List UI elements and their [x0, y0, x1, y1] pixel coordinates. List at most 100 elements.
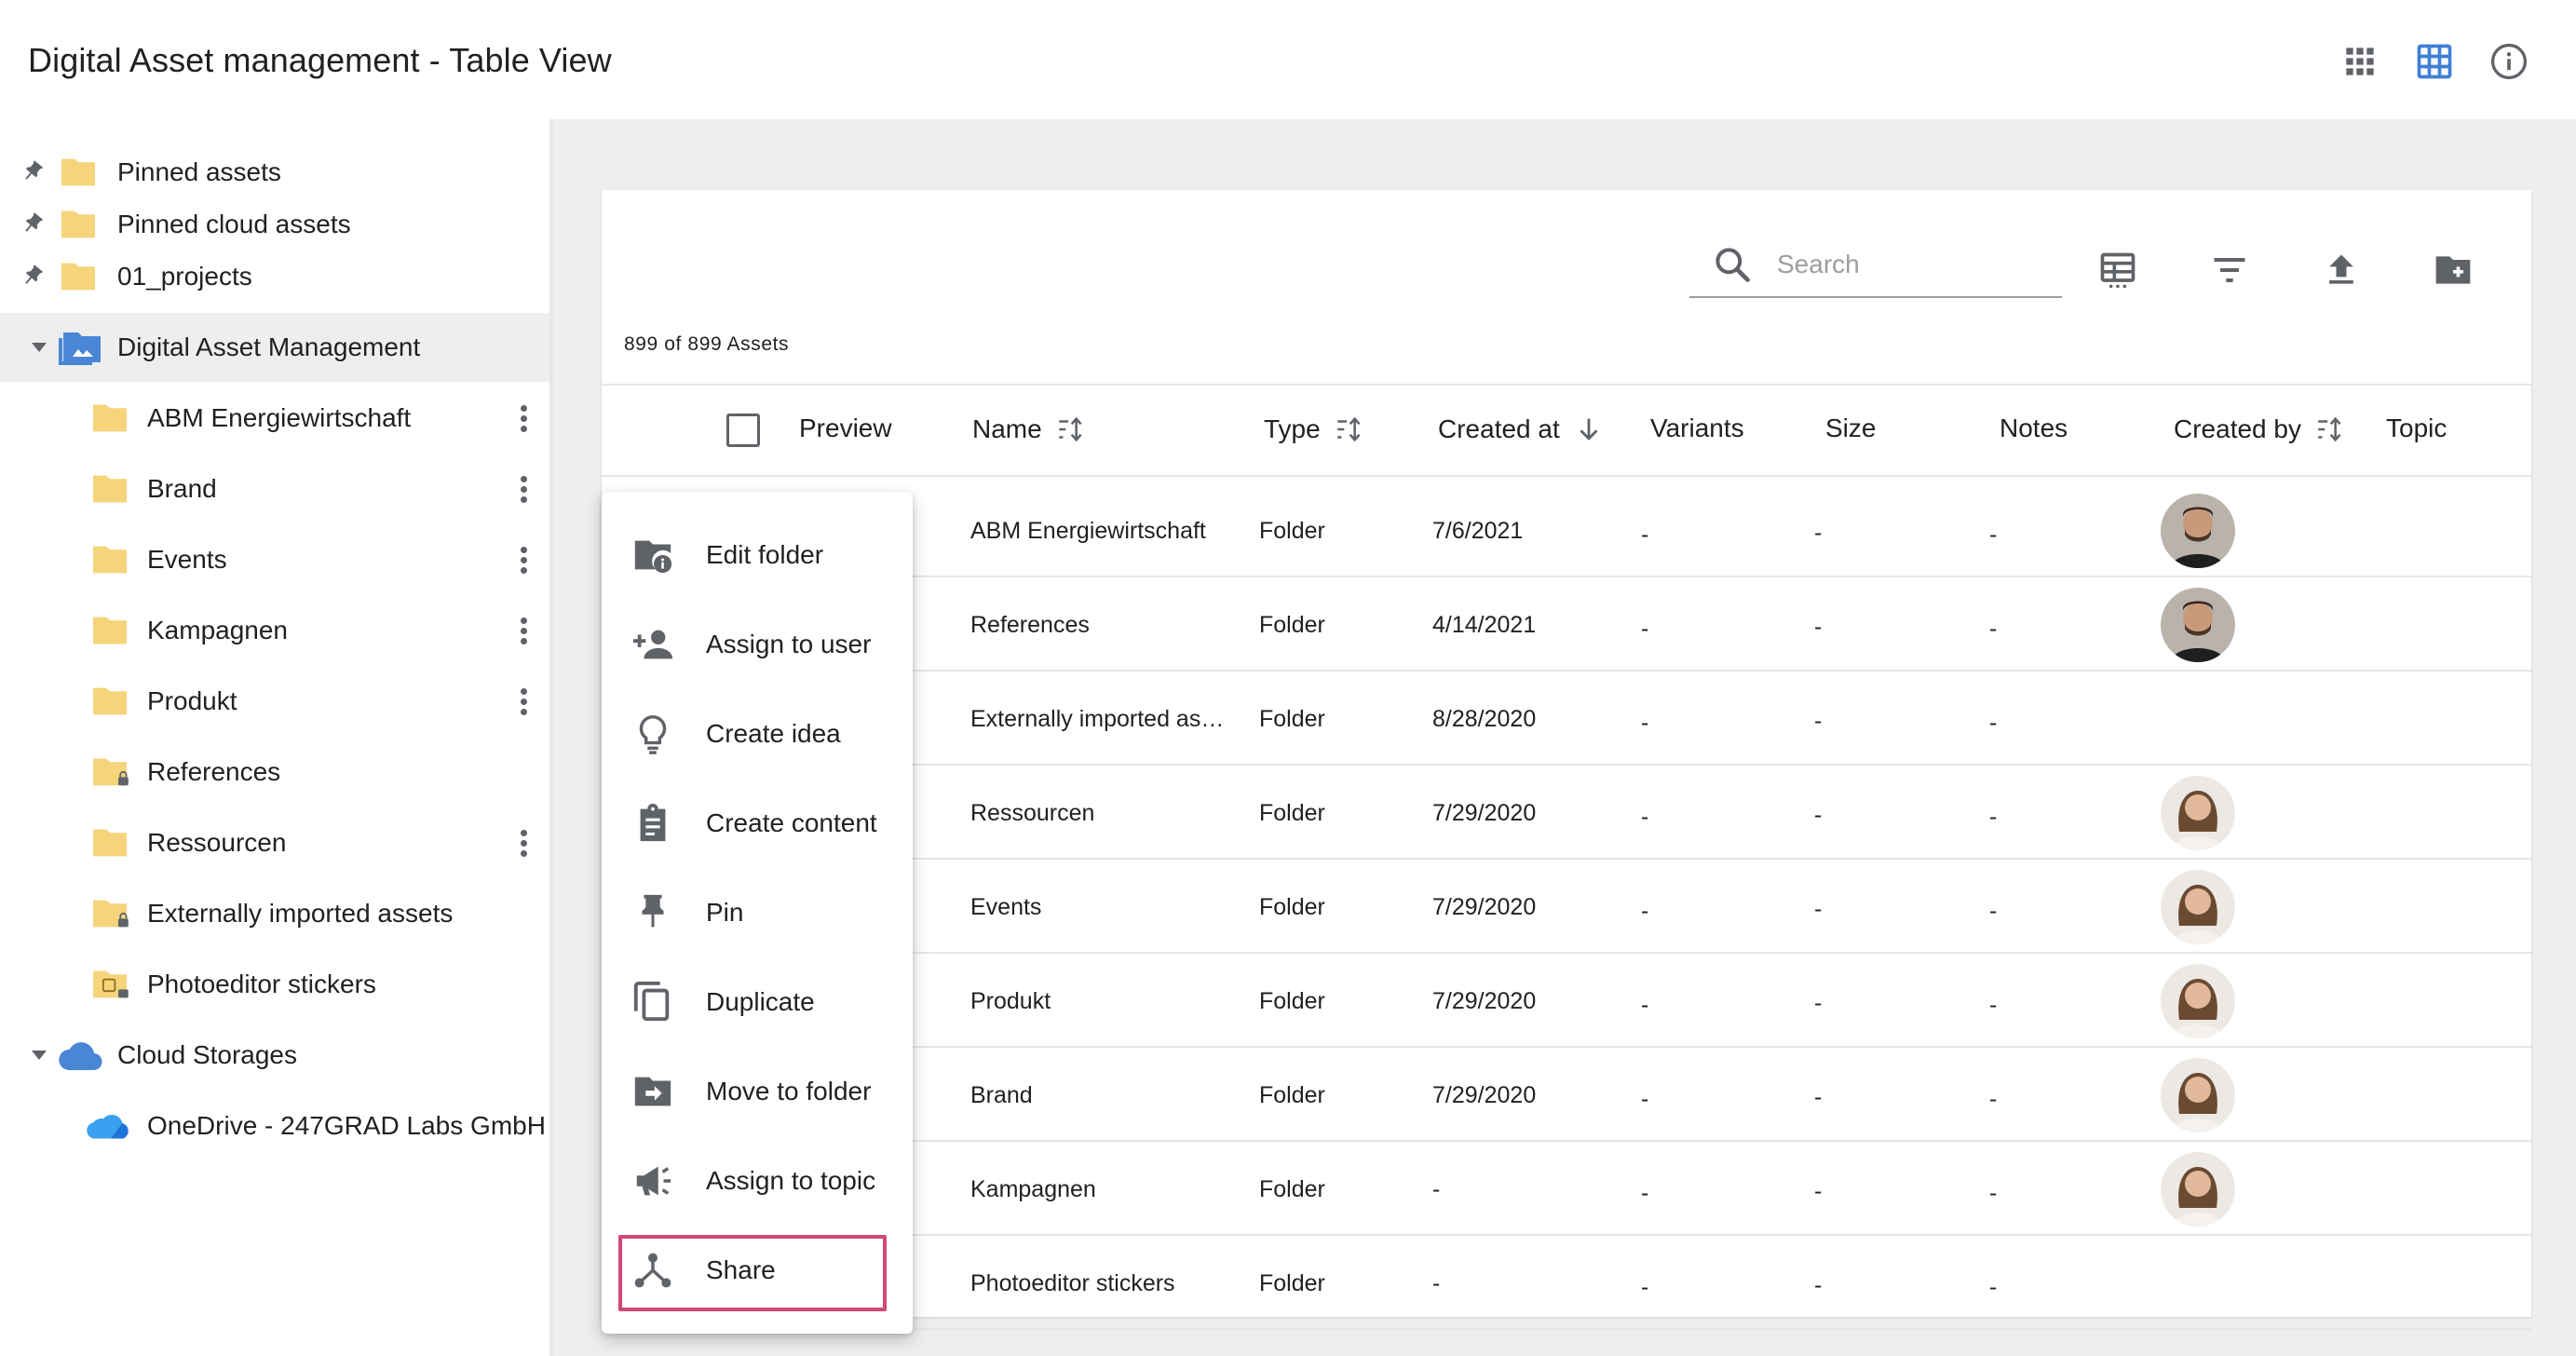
caret-down-icon[interactable] — [28, 1044, 50, 1066]
copy-icon — [633, 981, 670, 1022]
more-vert-icon[interactable] — [503, 681, 544, 722]
menu-item-assign-to-topic[interactable]: Assign to topic — [602, 1136, 913, 1226]
cell-created-at: 4/14/2021 — [1432, 612, 1537, 638]
more-vert-icon[interactable] — [503, 468, 544, 509]
cell-type: Folder — [1259, 1270, 1325, 1296]
menu-item-create-content[interactable]: Create content — [602, 779, 913, 868]
cell-size: - — [1814, 1272, 1823, 1298]
sidebar-item-label: Cloud Storages — [117, 1040, 298, 1069]
more-vert-icon[interactable] — [503, 539, 544, 580]
cell-notes: - — [1989, 992, 1998, 1018]
column-header-created-at[interactable]: Created at — [1438, 414, 1605, 445]
sidebar-item-folder[interactable]: Kampagnen — [0, 596, 549, 665]
sort-icon[interactable] — [1055, 414, 1087, 445]
sort-icon[interactable] — [2314, 414, 2346, 445]
sidebar-item-digital-asset-management[interactable]: Digital Asset Management — [0, 313, 549, 382]
more-vert-icon[interactable] — [503, 398, 544, 439]
sidebar-item-folder[interactable]: Produkt — [0, 667, 549, 736]
add-folder-icon — [2435, 256, 2471, 284]
sidebar-item-folder[interactable]: Brand — [0, 454, 549, 523]
cell-name: Brand — [970, 1082, 1033, 1108]
menu-item-assign-to-user[interactable]: Assign to user — [602, 600, 913, 689]
cloud-icon — [59, 1042, 102, 1071]
sidebar-item-folder[interactable]: Events — [0, 525, 549, 594]
menu-item-move-to-folder[interactable]: Move to folder — [602, 1047, 913, 1136]
add-folder-button[interactable] — [2427, 244, 2479, 296]
menu-item-duplicate[interactable]: Duplicate — [602, 957, 913, 1047]
avatar[interactable] — [2161, 1058, 2235, 1132]
sidebar-item-folder[interactable]: Photoeditor stickers — [0, 950, 549, 1019]
menu-item-label: Move to folder — [706, 1077, 872, 1105]
menu-item-pin[interactable]: Pin — [602, 868, 913, 957]
person-add-icon — [632, 630, 673, 659]
sidebar-item-label: Photoeditor stickers — [147, 970, 376, 998]
filter-button[interactable] — [2203, 244, 2256, 296]
arrow-down-icon[interactable] — [1573, 414, 1605, 445]
select-all-checkbox[interactable] — [726, 414, 760, 447]
cell-size: - — [1814, 802, 1823, 828]
cell-type: Folder — [1259, 1176, 1325, 1202]
more-vert-icon[interactable] — [503, 610, 544, 651]
sidebar-item-label: Kampagnen — [147, 616, 289, 644]
sidebar-item-label: 01_projects — [117, 262, 252, 291]
cell-variants: - — [1641, 1180, 1649, 1206]
cell-created-at: 7/29/2020 — [1432, 988, 1537, 1014]
share-icon — [634, 1253, 671, 1288]
column-header-type[interactable]: Type — [1264, 414, 1365, 445]
app-header: Digital Asset management - Table View — [0, 0, 2576, 119]
avatar[interactable] — [2161, 1152, 2235, 1227]
info-button[interactable] — [2483, 35, 2535, 88]
table-view-button[interactable] — [2408, 35, 2461, 88]
folder-icon — [61, 210, 95, 238]
sidebar-item-folder[interactable]: Ressourcen — [0, 808, 549, 877]
cell-size: - — [1814, 614, 1823, 640]
cell-size: - — [1814, 896, 1823, 922]
cell-type: Folder — [1259, 988, 1325, 1014]
folder-icon — [93, 475, 127, 503]
column-header-name[interactable]: Name — [972, 414, 1087, 445]
caret-down-icon[interactable] — [28, 336, 50, 359]
column-header-created-by[interactable]: Created by — [2174, 414, 2346, 445]
avatar[interactable] — [2161, 870, 2235, 944]
filter-icon — [2214, 257, 2245, 283]
cell-type: Folder — [1259, 894, 1325, 920]
context-menu: Edit folder Assign to user Create idea C… — [602, 492, 913, 1334]
pin-icon — [642, 894, 664, 928]
menu-item-create-idea[interactable]: Create idea — [602, 689, 913, 779]
sidebar-item-folder[interactable]: ABM Energiewirtschaft — [0, 384, 549, 453]
folder-icon — [61, 158, 95, 186]
cell-created-at: 7/6/2021 — [1432, 518, 1524, 544]
upload-button[interactable] — [2315, 244, 2367, 296]
locked-folder-icon — [93, 900, 129, 928]
avatar[interactable] — [2161, 964, 2235, 1038]
grid-view-button[interactable] — [2334, 35, 2386, 88]
upload-icon — [2329, 254, 2353, 284]
avatar[interactable] — [2161, 494, 2235, 568]
menu-item-label: Create content — [706, 808, 877, 837]
search-input[interactable] — [1777, 250, 2047, 279]
sidebar-item-01-projects[interactable]: 01_projects — [0, 242, 549, 311]
sidebar-item-folder[interactable]: Externally imported assets — [0, 879, 549, 948]
menu-item-share[interactable]: Share — [602, 1226, 913, 1315]
sidebar-item-label: ABM Energiewirtschaft — [147, 403, 412, 432]
cell-created-at: - — [1432, 1270, 1441, 1296]
sidebar-item-label: Externally imported assets — [147, 899, 454, 928]
menu-item-edit-folder[interactable]: Edit folder — [602, 510, 913, 600]
sticker-folder-icon — [93, 970, 129, 998]
sidebar-item-cloud-storages[interactable]: Cloud Storages — [0, 1021, 549, 1090]
avatar[interactable] — [2161, 776, 2235, 850]
column-settings-icon — [2100, 252, 2135, 289]
image-folder-icon — [59, 332, 101, 365]
column-settings-button[interactable] — [2092, 244, 2144, 296]
more-vert-icon[interactable] — [503, 822, 544, 863]
locked-folder-icon — [93, 758, 129, 786]
cell-created-at: 7/29/2020 — [1432, 800, 1537, 826]
cell-type: Folder — [1259, 800, 1325, 826]
cell-variants: - — [1641, 522, 1649, 548]
avatar[interactable] — [2161, 588, 2235, 662]
sidebar-item-folder[interactable]: References — [0, 738, 549, 807]
search-field[interactable] — [1689, 233, 2062, 298]
cell-notes: - — [1989, 1180, 1998, 1206]
sort-icon[interactable] — [1334, 414, 1365, 445]
sidebar-item-onedrive[interactable]: OneDrive - 247GRAD Labs GmbH — [0, 1092, 549, 1160]
